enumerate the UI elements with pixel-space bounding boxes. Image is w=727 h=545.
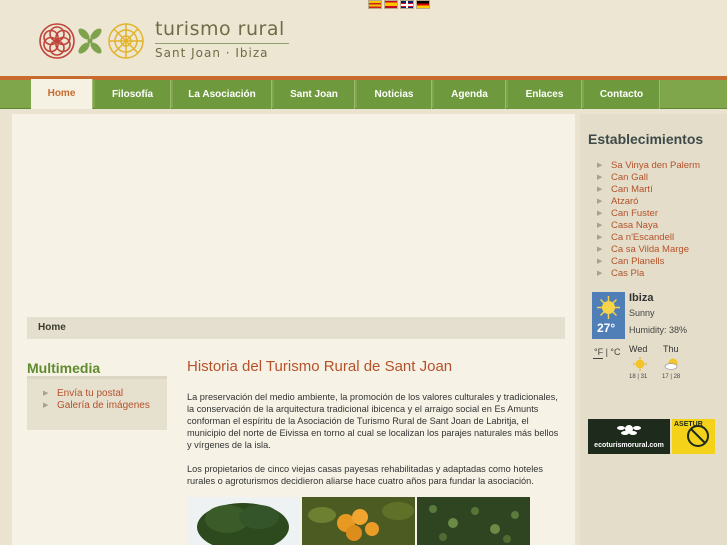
photo-strip	[187, 497, 530, 545]
weather-condition: Sunny	[629, 308, 655, 318]
weather-temperature: 27°	[597, 321, 616, 335]
nav-contacto[interactable]: Contacto	[584, 80, 660, 109]
establishment-item[interactable]: Ca n'Escandell	[597, 232, 700, 244]
sun-icon	[597, 296, 620, 319]
nav-filosofia[interactable]: Filosofía	[95, 80, 171, 109]
establishment-item[interactable]: Atzaró	[597, 196, 700, 208]
nav-enlaces[interactable]: Enlaces	[508, 80, 582, 109]
spanish-flag-icon[interactable]	[384, 0, 398, 9]
establishments-list: Sa Vinya den Palerm Can Gall Can Martí A…	[597, 160, 700, 280]
establishment-item[interactable]: Casa Naya	[597, 220, 700, 232]
multimedia-list: Envía tu postal Galería de imágenes	[43, 388, 150, 412]
multimedia-title: Multimedia	[27, 356, 167, 379]
forecast-temps-thu: 17 | 28	[662, 374, 681, 380]
multimedia-box: Multimedia Envía tu postal Galería de im…	[27, 356, 167, 430]
nav-noticias[interactable]: Noticias	[357, 80, 432, 109]
forecast-day-thu: Thu	[663, 344, 679, 354]
multimedia-item-gallery[interactable]: Galería de imágenes	[43, 400, 150, 412]
establishment-item[interactable]: Can Gall	[597, 172, 700, 184]
weather-units-underline	[593, 358, 603, 359]
multimedia-item-postal[interactable]: Envía tu postal	[43, 388, 150, 400]
english-flag-icon[interactable]	[400, 0, 414, 9]
asetur-badge-label: ASETUR	[674, 421, 703, 428]
tree-photo[interactable]	[187, 497, 300, 545]
sun-icon	[633, 357, 647, 371]
nav-agenda[interactable]: Agenda	[434, 80, 506, 109]
language-flags	[368, 0, 430, 9]
establishment-item[interactable]: Can Planells	[597, 256, 700, 268]
weather-humidity: Humidity: 38%	[629, 325, 688, 335]
weather-units-toggle[interactable]: °F | °C	[594, 347, 621, 357]
logo-subtitle[interactable]: Sant Joan · Ibiza	[155, 46, 269, 60]
forecast-day-wed: Wed	[629, 344, 648, 354]
establishments-title: Establecimientos	[588, 131, 704, 147]
establishment-item[interactable]: Ca sa Vilda Marge	[597, 244, 700, 256]
logo-divider	[155, 43, 289, 44]
fruit-photo[interactable]	[302, 497, 415, 545]
main-nav: Home Filosofía La Asociación Sant Joan N…	[0, 79, 727, 109]
site-header: turismo rural Sant Joan · Ibiza	[0, 0, 727, 76]
forecast-temps-wed: 18 | 31	[629, 374, 648, 380]
partly-cloudy-icon	[664, 358, 678, 370]
logo-title[interactable]: turismo rural	[155, 18, 285, 40]
plant-photo[interactable]	[417, 497, 530, 545]
breadcrumb[interactable]: Home	[27, 317, 565, 339]
nav-sant-joan[interactable]: Sant Joan	[274, 80, 355, 109]
establishment-item[interactable]: Can Fuster	[597, 208, 700, 220]
nav-la-asociacion[interactable]: La Asociación	[173, 80, 272, 109]
logo-icon[interactable]	[38, 21, 146, 61]
establishment-item[interactable]: Cas Pla	[597, 268, 700, 280]
establishment-item[interactable]: Can Martí	[597, 184, 700, 196]
article-title: Historia del Turismo Rural de Sant Joan	[187, 358, 453, 375]
german-flag-icon[interactable]	[416, 0, 430, 9]
nav-home[interactable]: Home	[31, 79, 93, 109]
article-paragraph-2: Los propietarios de cinco viejas casas p…	[187, 464, 543, 486]
leaf-cluster-icon	[617, 425, 641, 435]
establishment-item[interactable]: Sa Vinya den Palerm	[597, 160, 700, 172]
article-paragraph-1: La preservación del medio ambiente, la p…	[187, 392, 559, 450]
weather-city: Ibiza	[629, 292, 654, 304]
catalan-flag-icon[interactable]	[368, 0, 382, 9]
ecoturismo-badge-label: ecoturismorural.com	[594, 442, 664, 449]
